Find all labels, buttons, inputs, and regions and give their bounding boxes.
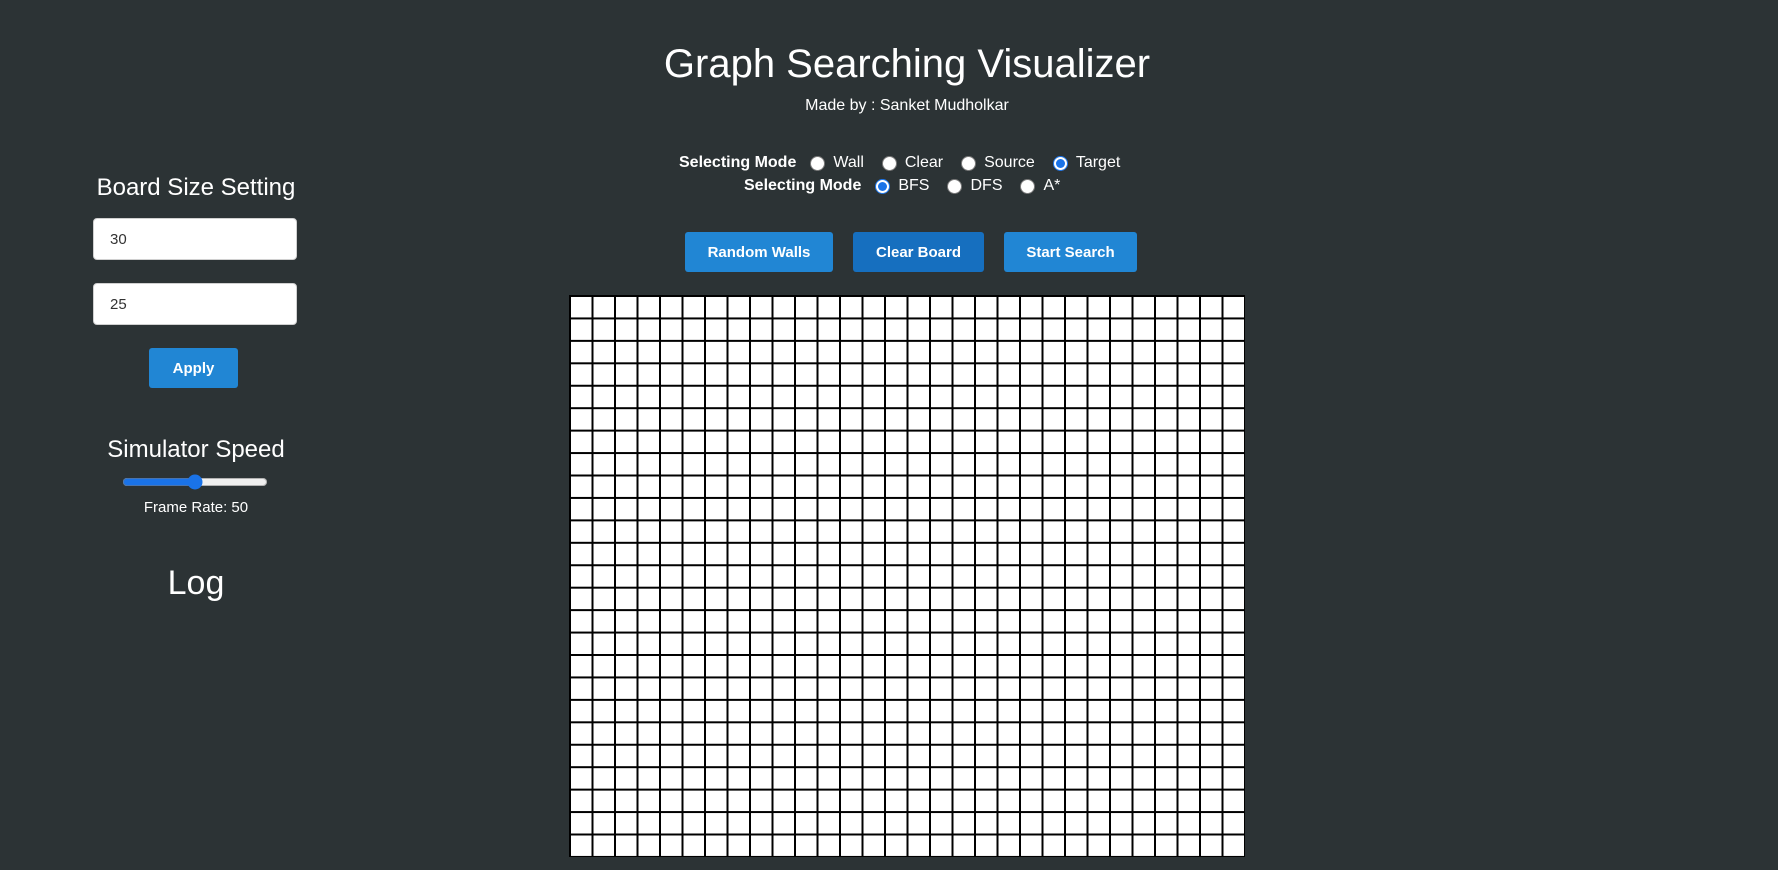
radio-wall[interactable] bbox=[810, 155, 826, 171]
radio-bfs[interactable] bbox=[875, 178, 891, 194]
speed-slider[interactable] bbox=[122, 474, 268, 490]
log-heading: Log bbox=[167, 564, 225, 602]
simulator-speed-heading: Simulator Speed bbox=[107, 436, 285, 463]
algo-option-label: BFS bbox=[898, 177, 930, 194]
algo-option-label: DFS bbox=[970, 177, 1003, 194]
selecting-mode-label: Selecting Mode bbox=[679, 154, 797, 171]
mode-option-source[interactable]: Source bbox=[961, 154, 1035, 172]
app-page: Graph Searching Visualizer Made by : San… bbox=[0, 0, 1778, 870]
sidebar: Board Size Setting Apply Simulator Speed… bbox=[0, 0, 392, 870]
apply-button[interactable]: Apply bbox=[149, 348, 238, 388]
mode-option-label: Clear bbox=[904, 154, 944, 171]
mode-option-clear[interactable]: Clear bbox=[881, 154, 944, 172]
selecting-mode-row: Selecting Mode Wall Clear Source Target bbox=[679, 152, 1138, 174]
rows-input[interactable] bbox=[93, 218, 297, 260]
mode-option-wall[interactable]: Wall bbox=[810, 154, 864, 172]
radio-source[interactable] bbox=[961, 155, 977, 171]
start-search-button[interactable]: Start Search bbox=[1004, 232, 1137, 272]
radio-dfs[interactable] bbox=[947, 178, 963, 194]
mode-option-target[interactable]: Target bbox=[1052, 154, 1121, 172]
algo-option-label: A* bbox=[1043, 177, 1061, 194]
algorithm-mode-label: Selecting Mode bbox=[744, 177, 862, 194]
algo-option-dfs[interactable]: DFS bbox=[947, 177, 1002, 195]
radio-astar[interactable] bbox=[1020, 178, 1036, 194]
mode-option-label: Target bbox=[1075, 154, 1121, 171]
mode-option-label: Wall bbox=[833, 154, 864, 171]
frame-rate-text: Frame Rate: 50 bbox=[143, 499, 249, 516]
cols-input[interactable] bbox=[93, 283, 297, 325]
algo-option-astar[interactable]: A* bbox=[1020, 177, 1060, 195]
mode-option-label: Source bbox=[984, 154, 1035, 171]
random-walls-button[interactable]: Random Walls bbox=[685, 232, 833, 272]
radio-clear[interactable] bbox=[881, 155, 897, 171]
algorithm-mode-row: Selecting Mode BFS DFS A* bbox=[744, 175, 1078, 197]
clear-board-button[interactable]: Clear Board bbox=[853, 232, 984, 272]
search-board-grid[interactable] bbox=[569, 295, 1245, 857]
board-size-heading: Board Size Setting bbox=[96, 174, 296, 201]
algo-option-bfs[interactable]: BFS bbox=[875, 177, 929, 195]
radio-target[interactable] bbox=[1052, 155, 1068, 171]
